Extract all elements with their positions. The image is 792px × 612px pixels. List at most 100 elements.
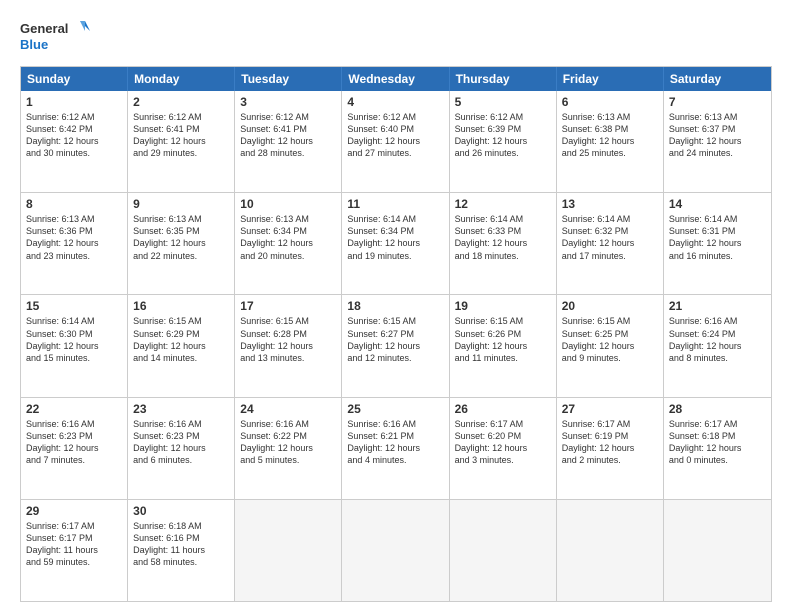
page-header: General Blue xyxy=(20,16,772,56)
day-info: Sunrise: 6:14 AMSunset: 6:33 PMDaylight:… xyxy=(455,213,551,262)
calendar-cell xyxy=(664,500,771,601)
calendar-cell: 14 Sunrise: 6:14 AMSunset: 6:31 PMDayligh… xyxy=(664,193,771,294)
day-info: Sunrise: 6:12 AMSunset: 6:41 PMDaylight:… xyxy=(133,111,229,160)
day-info: Sunrise: 6:12 AMSunset: 6:42 PMDaylight:… xyxy=(26,111,122,160)
day-number: 8 xyxy=(26,197,122,211)
calendar-row: 29 Sunrise: 6:17 AMSunset: 6:17 PMDayligh… xyxy=(21,499,771,601)
day-number: 1 xyxy=(26,95,122,109)
calendar-cell: 28Sunrise: 6:17 AMSunset: 6:18 PMDayligh… xyxy=(664,398,771,499)
day-number: 18 xyxy=(347,299,443,313)
calendar-cell: 3Sunrise: 6:12 AMSunset: 6:41 PMDaylight… xyxy=(235,91,342,192)
calendar-row: 8 Sunrise: 6:13 AMSunset: 6:36 PMDaylight… xyxy=(21,192,771,294)
day-number: 17 xyxy=(240,299,336,313)
day-info: Sunrise: 6:13 AMSunset: 6:36 PMDaylight:… xyxy=(26,213,122,262)
day-number: 20 xyxy=(562,299,658,313)
day-info: Sunrise: 6:13 AMSunset: 6:34 PMDaylight:… xyxy=(240,213,336,262)
day-info: Sunrise: 6:16 AMSunset: 6:23 PMDaylight:… xyxy=(133,418,229,467)
day-info: Sunrise: 6:15 AMSunset: 6:26 PMDaylight:… xyxy=(455,315,551,364)
calendar-cell: 26 Sunrise: 6:17 AMSunset: 6:20 PMDayligh… xyxy=(450,398,557,499)
calendar-cell xyxy=(450,500,557,601)
calendar-page: General Blue SundayMondayTuesdayWednesda… xyxy=(0,0,792,612)
calendar-grid: SundayMondayTuesdayWednesdayThursdayFrid… xyxy=(20,66,772,602)
day-number: 30 xyxy=(133,504,229,518)
calendar-cell xyxy=(342,500,449,601)
day-number: 12 xyxy=(455,197,551,211)
day-info: Sunrise: 6:13 AMSunset: 6:37 PMDaylight:… xyxy=(669,111,766,160)
day-info: Sunrise: 6:13 AMSunset: 6:35 PMDaylight:… xyxy=(133,213,229,262)
calendar-cell: 4 Sunrise: 6:12 AMSunset: 6:40 PMDaylight… xyxy=(342,91,449,192)
day-number: 24 xyxy=(240,402,336,416)
day-info: Sunrise: 6:13 AMSunset: 6:38 PMDaylight:… xyxy=(562,111,658,160)
day-number: 13 xyxy=(562,197,658,211)
svg-text:Blue: Blue xyxy=(20,37,48,52)
calendar-cell: 18 Sunrise: 6:15 AMSunset: 6:27 PMDayligh… xyxy=(342,295,449,396)
calendar-cell: 22 Sunrise: 6:16 AMSunset: 6:23 PMDayligh… xyxy=(21,398,128,499)
calendar-cell: 20 Sunrise: 6:15 AMSunset: 6:25 PMDayligh… xyxy=(557,295,664,396)
day-number: 14 xyxy=(669,197,766,211)
weekday-header: Thursday xyxy=(450,67,557,91)
calendar-cell: 2 Sunrise: 6:12 AMSunset: 6:41 PMDaylight… xyxy=(128,91,235,192)
calendar-cell xyxy=(557,500,664,601)
day-number: 27 xyxy=(562,402,658,416)
day-number: 23 xyxy=(133,402,229,416)
day-info: Sunrise: 6:16 AMSunset: 6:21 PMDaylight:… xyxy=(347,418,443,467)
day-number: 19 xyxy=(455,299,551,313)
day-info: Sunrise: 6:16 AMSunset: 6:23 PMDaylight:… xyxy=(26,418,122,467)
calendar-cell: 8 Sunrise: 6:13 AMSunset: 6:36 PMDaylight… xyxy=(21,193,128,294)
day-info: Sunrise: 6:17 AMSunset: 6:20 PMDaylight:… xyxy=(455,418,551,467)
weekday-header: Saturday xyxy=(664,67,771,91)
day-number: 3 xyxy=(240,95,336,109)
calendar-cell: 17 Sunrise: 6:15 AMSunset: 6:28 PMDayligh… xyxy=(235,295,342,396)
day-info: Sunrise: 6:14 AMSunset: 6:31 PMDaylight:… xyxy=(669,213,766,262)
calendar-cell: 7Sunrise: 6:13 AMSunset: 6:37 PMDaylight… xyxy=(664,91,771,192)
day-info: Sunrise: 6:15 AMSunset: 6:27 PMDaylight:… xyxy=(347,315,443,364)
day-info: Sunrise: 6:17 AMSunset: 6:17 PMDaylight:… xyxy=(26,520,122,569)
calendar-cell: 6 Sunrise: 6:13 AMSunset: 6:38 PMDaylight… xyxy=(557,91,664,192)
weekday-header: Friday xyxy=(557,67,664,91)
day-info: Sunrise: 6:17 AMSunset: 6:19 PMDaylight:… xyxy=(562,418,658,467)
svg-text:General: General xyxy=(20,21,68,36)
calendar-cell: 24 Sunrise: 6:16 AMSunset: 6:22 PMDayligh… xyxy=(235,398,342,499)
day-number: 4 xyxy=(347,95,443,109)
day-info: Sunrise: 6:14 AMSunset: 6:34 PMDaylight:… xyxy=(347,213,443,262)
weekday-header: Tuesday xyxy=(235,67,342,91)
calendar-cell: 23 Sunrise: 6:16 AMSunset: 6:23 PMDayligh… xyxy=(128,398,235,499)
calendar-cell: 30 Sunrise: 6:18 AMSunset: 6:16 PMDayligh… xyxy=(128,500,235,601)
weekday-header: Sunday xyxy=(21,67,128,91)
day-info: Sunrise: 6:15 AMSunset: 6:28 PMDaylight:… xyxy=(240,315,336,364)
day-info: Sunrise: 6:15 AMSunset: 6:25 PMDaylight:… xyxy=(562,315,658,364)
day-info: Sunrise: 6:15 AMSunset: 6:29 PMDaylight:… xyxy=(133,315,229,364)
calendar-cell: 13 Sunrise: 6:14 AMSunset: 6:32 PMDayligh… xyxy=(557,193,664,294)
calendar-cell: 11 Sunrise: 6:14 AMSunset: 6:34 PMDayligh… xyxy=(342,193,449,294)
calendar-cell: 29 Sunrise: 6:17 AMSunset: 6:17 PMDayligh… xyxy=(21,500,128,601)
day-number: 22 xyxy=(26,402,122,416)
calendar-header: SundayMondayTuesdayWednesdayThursdayFrid… xyxy=(21,67,771,91)
calendar-cell: 10Sunrise: 6:13 AMSunset: 6:34 PMDayligh… xyxy=(235,193,342,294)
day-info: Sunrise: 6:16 AMSunset: 6:22 PMDaylight:… xyxy=(240,418,336,467)
day-number: 25 xyxy=(347,402,443,416)
day-number: 5 xyxy=(455,95,551,109)
day-number: 2 xyxy=(133,95,229,109)
day-number: 28 xyxy=(669,402,766,416)
weekday-header: Wednesday xyxy=(342,67,449,91)
calendar-cell: 25 Sunrise: 6:16 AMSunset: 6:21 PMDayligh… xyxy=(342,398,449,499)
calendar-cell: 15 Sunrise: 6:14 AMSunset: 6:30 PMDayligh… xyxy=(21,295,128,396)
day-number: 9 xyxy=(133,197,229,211)
calendar-cell: 21Sunrise: 6:16 AMSunset: 6:24 PMDayligh… xyxy=(664,295,771,396)
day-number: 26 xyxy=(455,402,551,416)
calendar-row: 1 Sunrise: 6:12 AMSunset: 6:42 PMDaylight… xyxy=(21,91,771,192)
calendar-row: 15 Sunrise: 6:14 AMSunset: 6:30 PMDayligh… xyxy=(21,294,771,396)
day-number: 15 xyxy=(26,299,122,313)
calendar-cell: 9 Sunrise: 6:13 AMSunset: 6:35 PMDaylight… xyxy=(128,193,235,294)
day-number: 16 xyxy=(133,299,229,313)
day-info: Sunrise: 6:14 AMSunset: 6:30 PMDaylight:… xyxy=(26,315,122,364)
calendar-row: 22 Sunrise: 6:16 AMSunset: 6:23 PMDayligh… xyxy=(21,397,771,499)
day-number: 11 xyxy=(347,197,443,211)
day-number: 6 xyxy=(562,95,658,109)
day-info: Sunrise: 6:12 AMSunset: 6:39 PMDaylight:… xyxy=(455,111,551,160)
day-info: Sunrise: 6:18 AMSunset: 6:16 PMDaylight:… xyxy=(133,520,229,569)
day-info: Sunrise: 6:14 AMSunset: 6:32 PMDaylight:… xyxy=(562,213,658,262)
day-info: Sunrise: 6:12 AMSunset: 6:40 PMDaylight:… xyxy=(347,111,443,160)
day-number: 21 xyxy=(669,299,766,313)
day-number: 29 xyxy=(26,504,122,518)
